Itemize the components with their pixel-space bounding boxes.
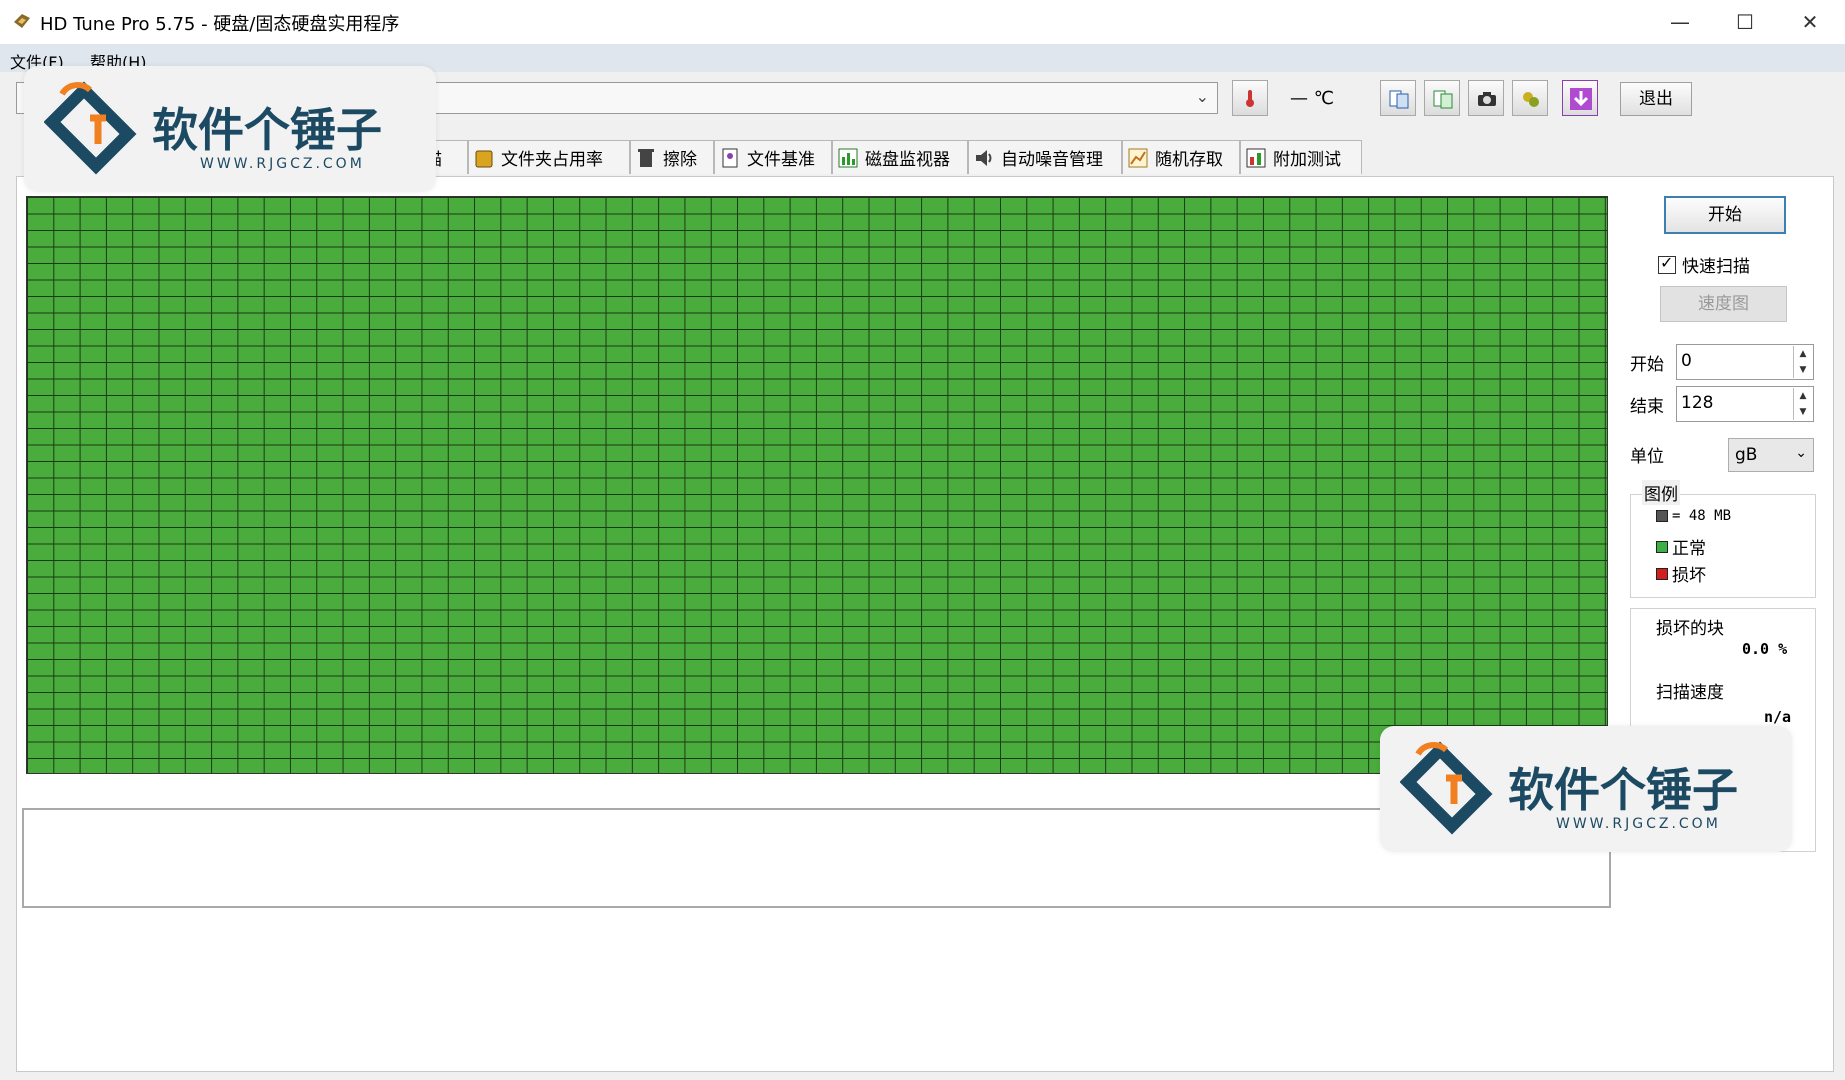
window-title: HD Tune Pro 5.75 - 硬盘/固态硬盘实用程序	[40, 14, 400, 35]
exit-button[interactable]: 退出	[1620, 82, 1692, 116]
options-icon	[1523, 92, 1539, 107]
quick-scan-checkbox[interactable]: 快速扫描	[1658, 252, 1750, 277]
trash-icon	[638, 148, 654, 167]
tab-label: 文件基准	[747, 150, 815, 170]
unit-select[interactable]: gB ⌄	[1728, 438, 1814, 472]
end-input[interactable]: 128 ▲ ▼	[1676, 386, 1814, 422]
tab-folder-usage[interactable]: 文件夹占用率	[468, 140, 630, 174]
block-swatch	[1656, 510, 1668, 522]
chevron-down-icon: ⌄	[1195, 87, 1209, 106]
tab-label: 磁盘监视器	[865, 150, 950, 170]
folder-icon	[475, 150, 493, 167]
speed-map-button[interactable]: 速度图	[1660, 286, 1787, 322]
copy-info-icon	[1389, 90, 1409, 109]
spin-updown-icon[interactable]: ▲ ▼	[1793, 346, 1812, 378]
watermark-top-left: 软件个锤子 WWW.RJGCZ.COM	[24, 66, 436, 192]
watermark-bottom-right: 软件个锤子 WWW.RJGCZ.COM	[1380, 726, 1792, 852]
file-benchmark-icon	[722, 148, 738, 167]
scan-speed-value: n/a	[1764, 708, 1792, 726]
minimize-button[interactable]: —	[1650, 6, 1710, 38]
watermark-logo-icon	[44, 81, 137, 175]
tab-extra-tests[interactable]: 附加测试	[1240, 140, 1362, 174]
tab-label: 文件夹占用率	[501, 150, 603, 170]
copy-info2-button[interactable]	[1424, 80, 1460, 116]
spin-updown-icon[interactable]: ▲ ▼	[1793, 388, 1812, 420]
scan-log	[22, 808, 1611, 908]
temperature-button[interactable]	[1232, 80, 1268, 116]
watermark-url: WWW.RJGCZ.COM	[1556, 816, 1721, 832]
app-icon	[14, 14, 30, 28]
thermometer-icon	[1246, 90, 1254, 107]
legend-title: 图例	[1642, 480, 1680, 505]
watermark-url: WWW.RJGCZ.COM	[200, 156, 365, 172]
start-label: 开始	[1630, 355, 1664, 375]
tab-label: 擦除	[663, 150, 697, 170]
start-button[interactable]: 开始	[1664, 196, 1786, 234]
start-value: 0	[1681, 351, 1692, 371]
tab-disk-monitor[interactable]: 磁盘监视器	[832, 140, 968, 174]
tab-erase[interactable]: 擦除	[630, 140, 714, 174]
damaged-blocks-value: 0.0 %	[1742, 640, 1788, 658]
copy-info2-icon	[1433, 90, 1453, 109]
tab-file-benchmark[interactable]: 文件基准	[714, 140, 832, 174]
random-access-icon	[1128, 148, 1148, 167]
chevron-down-icon: ⌄	[1795, 445, 1807, 461]
start-input[interactable]: 0 ▲ ▼	[1676, 344, 1814, 380]
watermark-name: 软件个锤子	[1508, 763, 1738, 817]
tab-label: 随机存取	[1155, 150, 1223, 170]
unit-label: 单位	[1630, 447, 1664, 467]
tab-random-access[interactable]: 随机存取	[1122, 140, 1240, 174]
monitor-icon	[838, 148, 858, 167]
close-button[interactable]: ✕	[1780, 6, 1840, 38]
title-bar: HD Tune Pro 5.75 - 硬盘/固态硬盘实用程序 — ☐ ✕	[0, 0, 1845, 44]
legend-block-size: = 48 MB	[1656, 508, 1731, 524]
options-button[interactable]	[1512, 80, 1548, 116]
temperature-readout: — ℃	[1290, 88, 1334, 109]
screenshot-button[interactable]	[1468, 80, 1504, 116]
damaged-swatch	[1656, 567, 1668, 580]
legend-damaged: 损坏	[1656, 561, 1706, 586]
tab-label: 附加测试	[1273, 150, 1341, 170]
save-button[interactable]	[1562, 80, 1598, 116]
extra-tests-icon	[1246, 148, 1266, 167]
quick-scan-label: 快速扫描	[1682, 257, 1750, 277]
normal-swatch	[1656, 540, 1668, 553]
download-icon	[1570, 88, 1592, 110]
camera-icon	[1478, 92, 1496, 106]
end-value: 128	[1681, 393, 1714, 413]
tab-label: 自动噪音管理	[1001, 150, 1103, 170]
watermark-name: 软件个锤子	[152, 103, 382, 157]
unit-value: gB	[1735, 445, 1758, 465]
scan-speed-label: 扫描速度	[1656, 683, 1724, 703]
scan-block-map	[26, 196, 1608, 774]
maximize-button[interactable]: ☐	[1715, 6, 1775, 38]
copy-info-button[interactable]	[1380, 80, 1416, 116]
speaker-icon	[976, 149, 992, 166]
legend-normal: 正常	[1656, 534, 1706, 559]
tab-aam[interactable]: 自动噪音管理	[968, 140, 1122, 174]
checkbox-checked-icon[interactable]	[1658, 253, 1676, 274]
end-label: 结束	[1630, 397, 1664, 417]
watermark-logo-icon	[1400, 741, 1493, 835]
damaged-blocks-label: 损坏的块	[1656, 619, 1724, 639]
